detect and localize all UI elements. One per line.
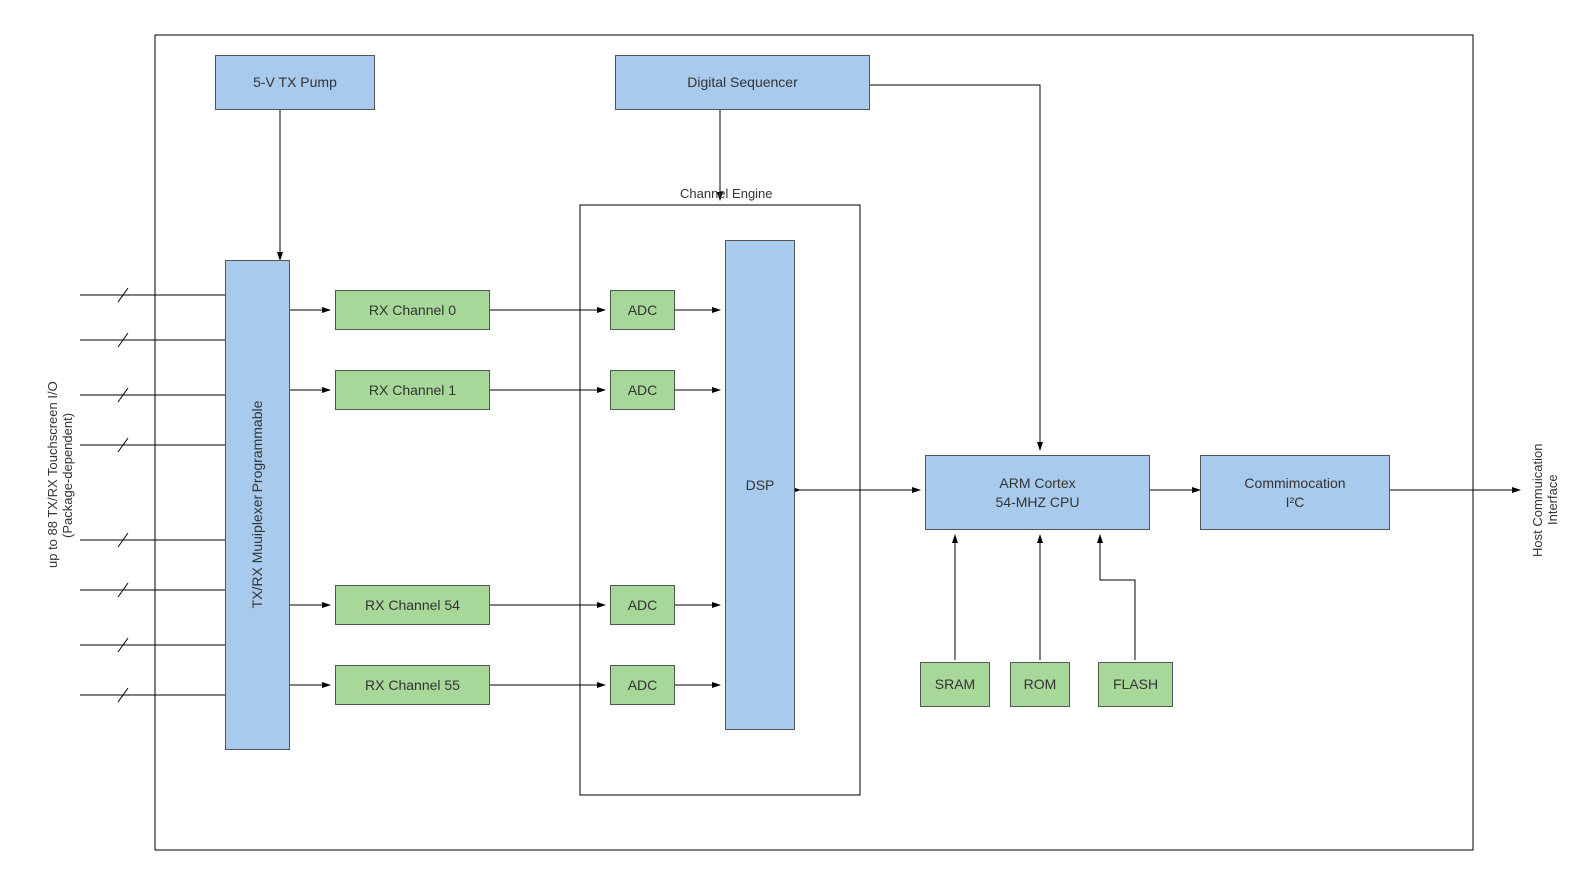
mux-label-2: TX/RX Muuiplexer (248, 495, 266, 609)
block-adc-0: ADC (610, 290, 675, 330)
block-rx-55: RX Channel 55 (335, 665, 490, 705)
cpu-label-1: ARM Cortex (995, 474, 1079, 492)
block-mux: TX/RX Muuiplexer Programmable (225, 260, 290, 750)
block-rx-1: RX Channel 1 (335, 370, 490, 410)
block-rx-54: RX Channel 54 (335, 585, 490, 625)
block-dsp: DSP (725, 240, 795, 730)
block-digital-sequencer: Digital Sequencer (615, 55, 870, 110)
block-adc-1: ADC (610, 370, 675, 410)
block-tx-pump: 5-V TX Pump (215, 55, 375, 110)
block-adc-55: ADC (610, 665, 675, 705)
diagram-stage: up to 88 TX/RX Touchscreen I/O (Package-… (0, 0, 1583, 890)
block-flash: FLASH (1098, 662, 1173, 707)
block-comm: Commimocation I²C (1200, 455, 1390, 530)
right-host-label: Host Commuication Interface (1530, 400, 1560, 600)
block-cpu: ARM Cortex 54-MHZ CPU (925, 455, 1150, 530)
block-rom: ROM (1010, 662, 1070, 707)
mux-label-1: Programmable (248, 401, 266, 493)
block-adc-54: ADC (610, 585, 675, 625)
cpu-label-2: 54-MHZ CPU (995, 493, 1079, 511)
channel-engine-title: Channel Engine (680, 186, 773, 201)
left-io-label: up to 88 TX/RX Touchscreen I/O (Package-… (45, 350, 75, 600)
block-rx-0: RX Channel 0 (335, 290, 490, 330)
block-sram: SRAM (920, 662, 990, 707)
